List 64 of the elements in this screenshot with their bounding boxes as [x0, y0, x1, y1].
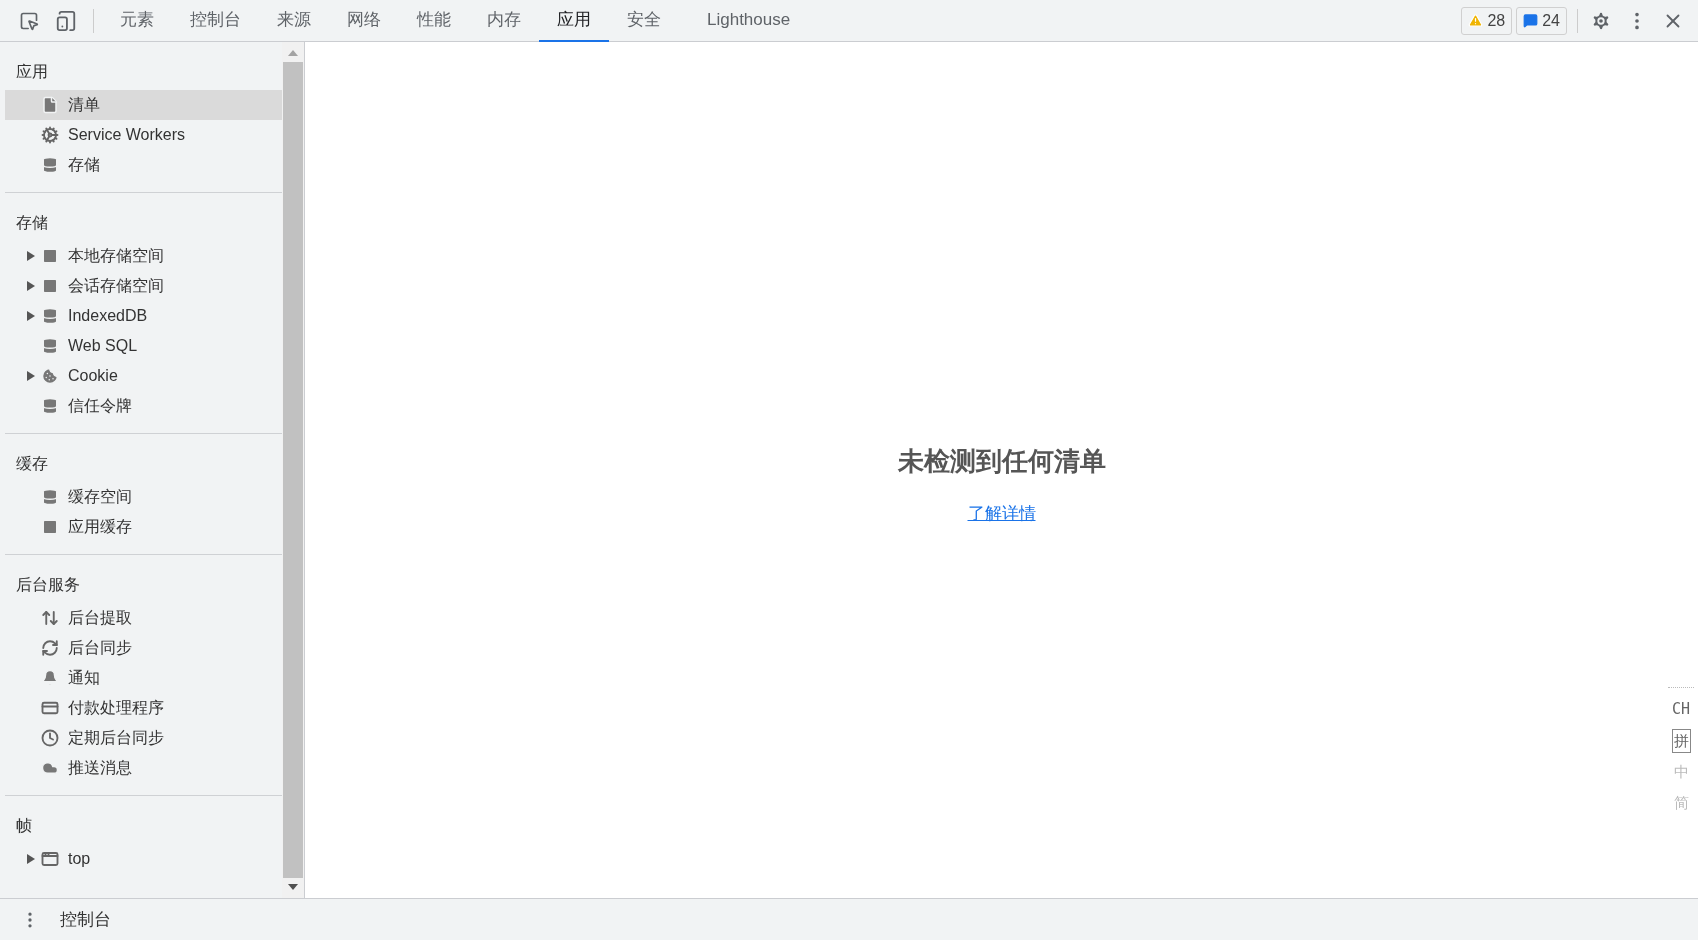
panel-tab[interactable]: 网络 — [329, 0, 399, 42]
section-heading: 缓存 — [15, 454, 49, 474]
drawer-tab[interactable]: 控制台 — [60, 906, 111, 933]
cookie-icon — [41, 367, 59, 385]
database-icon — [41, 488, 59, 506]
expand-arrow-icon[interactable] — [27, 311, 35, 321]
sidebar-item[interactable]: 定期后台同步 — [5, 723, 282, 753]
messages-badge[interactable]: 24 — [1516, 6, 1567, 35]
sidebar-item[interactable]: Service Workers — [5, 120, 282, 150]
ime-button[interactable]: 拼 — [1671, 728, 1691, 753]
panel-tab[interactable]: 性能 — [399, 0, 469, 42]
database-icon — [41, 156, 59, 174]
expand-arrow-icon[interactable] — [27, 371, 35, 381]
section-heading: 应用 — [15, 62, 49, 82]
sidebar-item[interactable]: 应用缓存 — [5, 512, 282, 542]
database-icon — [41, 337, 59, 355]
settings-icon[interactable] — [1590, 9, 1612, 32]
learn-more-link[interactable]: 了解详情 — [967, 501, 1036, 527]
scroll-down-arrow-icon[interactable] — [288, 884, 298, 890]
panel-tab[interactable]: 控制台 — [172, 0, 259, 42]
sidebar-item[interactable]: 推送消息 — [5, 753, 282, 783]
section-heading: 帧 — [15, 816, 33, 836]
panel-tab[interactable]: 元素 — [102, 0, 172, 42]
sidebar-item[interactable]: 信任令牌 — [5, 391, 282, 421]
sidebar-item[interactable]: 缓存空间 — [5, 482, 282, 512]
warning-icon — [1468, 13, 1484, 28]
sidebar-item[interactable]: 后台同步 — [5, 633, 282, 663]
panel-tab[interactable]: 来源 — [259, 0, 329, 42]
device-icon[interactable] — [55, 9, 77, 32]
card-icon — [41, 699, 59, 717]
sidebar-item[interactable]: 本地存储空间 — [5, 241, 282, 271]
clock-icon — [41, 729, 59, 747]
sync-icon — [41, 639, 59, 657]
expand-arrow-icon[interactable] — [27, 251, 35, 261]
gear-icon — [41, 126, 59, 144]
panel-tab[interactable]: Lighthouse — [689, 0, 809, 42]
section-heading: 后台服务 — [15, 575, 81, 595]
expand-arrow-icon[interactable] — [27, 854, 35, 864]
panel-tab[interactable]: 应用 — [539, 0, 609, 42]
database-icon — [41, 307, 59, 325]
bell-icon — [41, 669, 59, 687]
expand-arrow-icon[interactable] — [27, 281, 35, 291]
section-heading: 存储 — [15, 213, 49, 233]
sidebar-item[interactable]: 存储 — [5, 150, 282, 180]
empty-state-heading: 未检测到任何清单 — [897, 445, 1106, 478]
message-icon — [1523, 13, 1539, 28]
sidebar-item[interactable]: 通知 — [5, 663, 282, 693]
database-icon — [41, 397, 59, 415]
panel-tab[interactable]: 内存 — [469, 0, 539, 42]
up-down-arrows-icon — [41, 609, 59, 627]
ime-button[interactable]: CH — [1671, 698, 1691, 721]
sidebar-item[interactable]: IndexedDB — [5, 301, 282, 331]
sidebar-item[interactable]: 清单 — [5, 90, 282, 120]
file-icon — [41, 96, 59, 114]
sidebar-item[interactable]: Web SQL — [5, 331, 282, 361]
panel-tab[interactable]: 安全 — [609, 0, 679, 42]
sidebar-item[interactable]: 后台提取 — [5, 603, 282, 633]
sidebar-item[interactable]: 会话存储空间 — [5, 271, 282, 301]
window-icon — [41, 850, 59, 868]
warnings-badge[interactable]: 28 — [1461, 6, 1513, 35]
sidebar-item[interactable]: 付款处理程序 — [5, 693, 282, 723]
sidebar-item[interactable]: Cookie — [5, 361, 282, 391]
sidebar-item[interactable]: top — [5, 844, 282, 874]
inspect-icon[interactable] — [19, 10, 39, 31]
